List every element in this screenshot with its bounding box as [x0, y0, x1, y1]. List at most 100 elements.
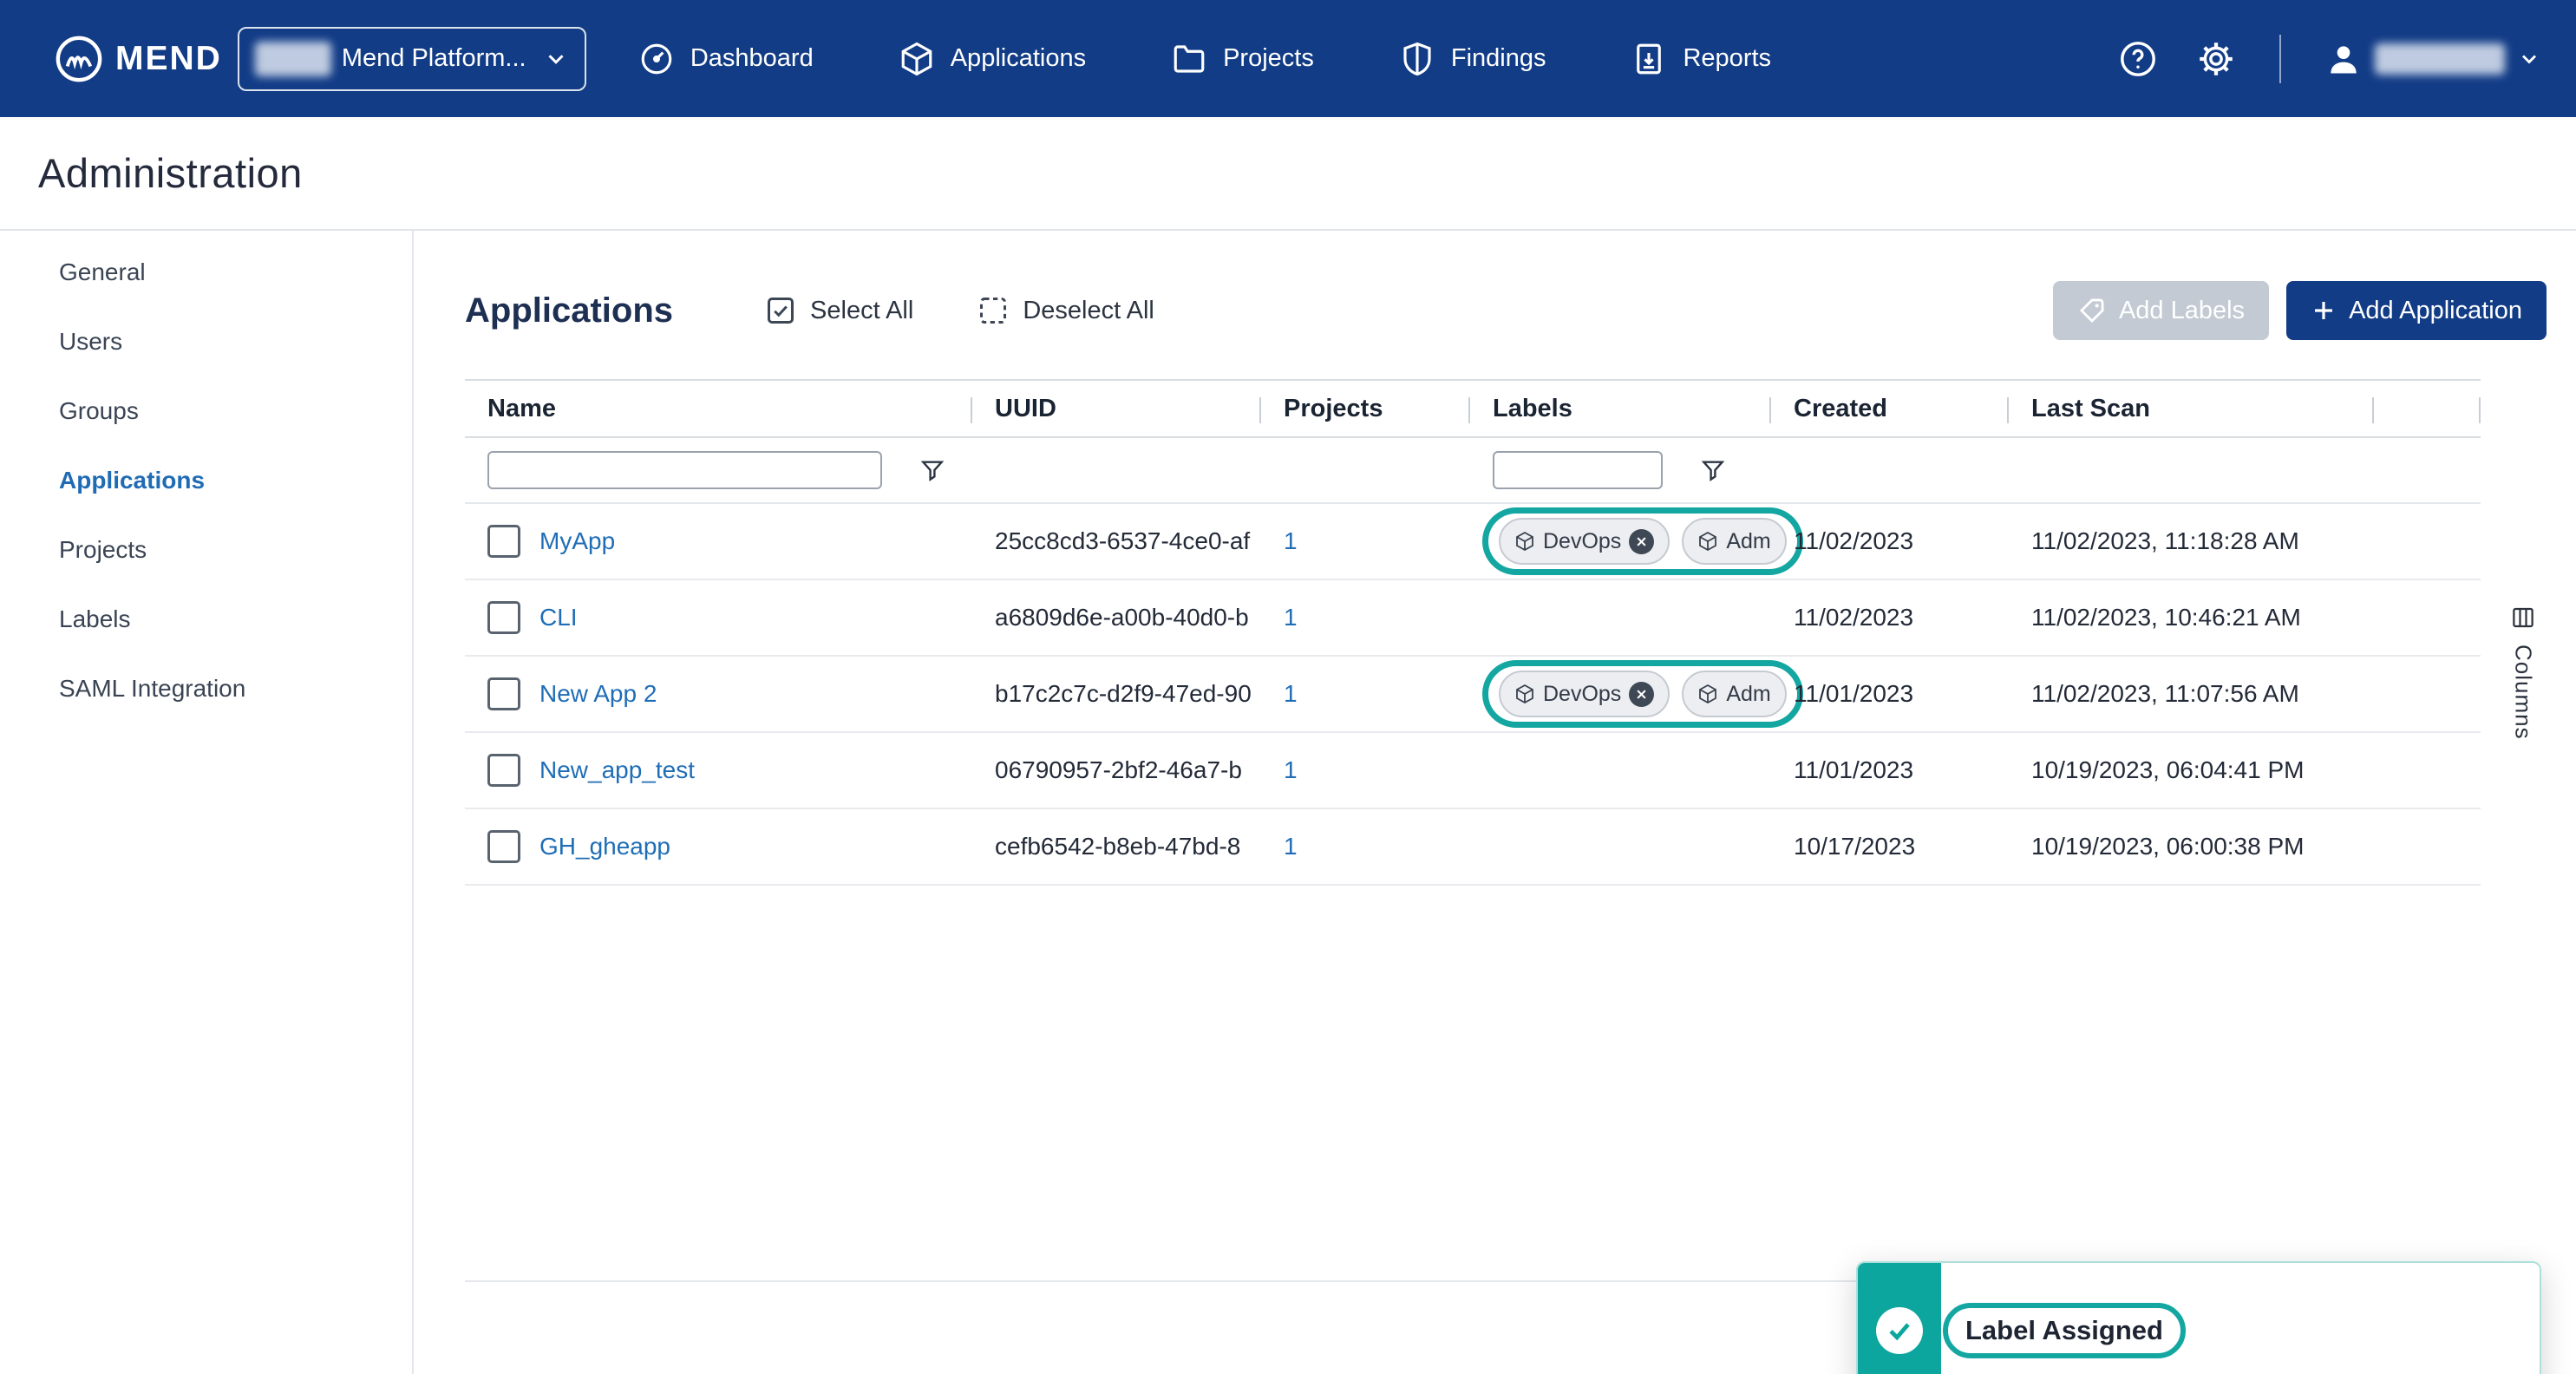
dashed-square-icon: [977, 295, 1009, 326]
last-scan-cell: 11/02/2023, 10:46:21 AM: [2009, 580, 2374, 655]
uuid-cell: cefb6542-b8eb-47bd-8: [972, 809, 1261, 884]
mend-logo-icon: [54, 34, 104, 84]
nav-projects[interactable]: Projects: [1171, 41, 1314, 77]
app-name-link[interactable]: New_app_test: [539, 756, 695, 784]
table-row: MyApp 25cc8cd3-6537-4ce0-af 1 DevOps: [465, 504, 2481, 580]
nav-findings[interactable]: Findings: [1399, 41, 1546, 77]
created-cell: 11/02/2023: [1771, 504, 2009, 579]
top-navbar: MEND Mend Platform... Dashboard: [0, 0, 2576, 117]
deselect-all-button[interactable]: Deselect All: [977, 295, 1154, 326]
projects-count-link[interactable]: 1: [1284, 604, 1298, 631]
table-row: GH_gheapp cefb6542-b8eb-47bd-8 1 10/17/2…: [465, 809, 2481, 886]
sidebar-item-groups[interactable]: Groups: [0, 376, 412, 446]
filter-funnel-icon[interactable]: [919, 456, 946, 484]
row-checkbox[interactable]: [487, 677, 520, 710]
remove-label-icon[interactable]: [1629, 682, 1654, 707]
sidebar-item-saml[interactable]: SAML Integration: [0, 654, 412, 723]
sidebar-item-projects[interactable]: Projects: [0, 515, 412, 585]
annotation-highlight: DevOps: [1482, 660, 1803, 728]
uuid-cell: 25cc8cd3-6537-4ce0-af: [972, 504, 1261, 579]
sidebar-item-labels[interactable]: Labels: [0, 585, 412, 654]
divider: [2279, 35, 2281, 83]
cube-icon: [1697, 684, 1718, 704]
header-labels[interactable]: Labels: [1470, 381, 1771, 436]
header-last-scan[interactable]: Last Scan: [2009, 381, 2374, 436]
page-header: Administration: [0, 117, 2576, 231]
label-chip-text: Adm: [1726, 529, 1770, 554]
table-header-row: Name UUID Projects Labels Created Last S…: [465, 379, 2481, 438]
reports-icon: [1631, 41, 1667, 77]
row-checkbox[interactable]: [487, 601, 520, 634]
nav-dashboard[interactable]: Dashboard: [638, 41, 814, 77]
columns-panel-label: Columns: [2510, 644, 2537, 740]
app-name-link[interactable]: MyApp: [539, 527, 615, 555]
main-content: Applications Select All Deselect All: [414, 231, 2576, 1374]
created-cell: 11/02/2023: [1771, 580, 2009, 655]
cube-icon: [1514, 531, 1535, 552]
admin-sidebar: General Users Groups Applications Projec…: [0, 231, 414, 1374]
last-scan-cell: 10/19/2023, 06:04:41 PM: [2009, 733, 2374, 808]
sidebar-item-general[interactable]: General: [0, 238, 412, 307]
annotation-highlight: Label Assigned: [1943, 1303, 2186, 1358]
row-checkbox[interactable]: [487, 830, 520, 863]
select-all-label: Select All: [810, 297, 913, 325]
nav-label: Projects: [1223, 44, 1314, 73]
toast-status-strip: [1858, 1263, 1941, 1374]
label-chip-text: DevOps: [1543, 682, 1621, 707]
table-row: New App 2 b17c2c7c-d2f9-47ed-90 1 DevOps: [465, 657, 2481, 733]
help-icon[interactable]: [2118, 39, 2158, 79]
nav-applications[interactable]: Applications: [899, 41, 1086, 77]
applications-icon: [899, 41, 935, 77]
projects-count-link[interactable]: 1: [1284, 527, 1298, 555]
last-scan-cell: 10/19/2023, 06:00:38 PM: [2009, 809, 2374, 884]
user-menu[interactable]: [2324, 40, 2541, 78]
created-cell: 11/01/2023: [1771, 733, 2009, 808]
table-row: CLI a6809d6e-a00b-40d0-b 1 11/02/2023 11…: [465, 580, 2481, 657]
label-chip[interactable]: DevOps: [1499, 518, 1670, 565]
user-icon: [2324, 40, 2363, 78]
app-name-link[interactable]: New App 2: [539, 680, 657, 708]
projects-count-link[interactable]: 1: [1284, 680, 1298, 708]
row-checkbox[interactable]: [487, 525, 520, 558]
select-all-button[interactable]: Select All: [765, 295, 913, 326]
row-checkbox[interactable]: [487, 754, 520, 787]
nav-reports[interactable]: Reports: [1631, 41, 1771, 77]
check-circle-icon: [1876, 1307, 1923, 1354]
columns-panel-toggle[interactable]: Columns: [2501, 592, 2545, 740]
org-selector-dropdown[interactable]: Mend Platform...: [238, 27, 586, 91]
projects-icon: [1171, 41, 1207, 77]
sidebar-item-users[interactable]: Users: [0, 307, 412, 376]
filter-funnel-icon[interactable]: [1699, 456, 1727, 484]
nav-label: Applications: [951, 44, 1086, 73]
header-uuid[interactable]: UUID: [972, 381, 1261, 436]
remove-label-icon[interactable]: [1629, 529, 1654, 554]
app-name-link[interactable]: GH_gheapp: [539, 833, 670, 860]
projects-count-link[interactable]: 1: [1284, 756, 1298, 784]
name-filter-input[interactable]: [487, 451, 882, 489]
header-created[interactable]: Created: [1771, 381, 2009, 436]
applications-table: Name UUID Projects Labels Created Last S…: [465, 379, 2481, 1282]
tag-icon: [2077, 296, 2107, 325]
nav-label: Findings: [1451, 44, 1546, 73]
header-extra: [2374, 381, 2481, 436]
applications-toolbar: Applications Select All Deselect All: [465, 281, 2547, 340]
toast-notification: Label Assigned: [1856, 1261, 2541, 1374]
label-chip[interactable]: DevOps: [1499, 671, 1670, 717]
label-chip-text: DevOps: [1543, 529, 1621, 554]
header-name[interactable]: Name: [465, 381, 972, 436]
nav-label: Dashboard: [690, 44, 814, 73]
table-filter-row: [465, 438, 2481, 504]
add-labels-button[interactable]: Add Labels: [2053, 281, 2269, 340]
add-application-button[interactable]: Add Application: [2286, 281, 2547, 340]
uuid-cell: b17c2c7c-d2f9-47ed-90: [972, 657, 1261, 731]
columns-icon: [2510, 605, 2536, 631]
header-projects[interactable]: Projects: [1261, 381, 1470, 436]
sidebar-item-applications[interactable]: Applications: [0, 446, 412, 515]
mend-logo: MEND: [54, 34, 222, 84]
gear-icon[interactable]: [2196, 39, 2236, 79]
labels-filter-input[interactable]: [1493, 451, 1663, 489]
projects-count-link[interactable]: 1: [1284, 833, 1298, 860]
cube-icon: [1514, 684, 1535, 704]
app-name-link[interactable]: CLI: [539, 604, 578, 631]
created-cell: 10/17/2023: [1771, 809, 2009, 884]
